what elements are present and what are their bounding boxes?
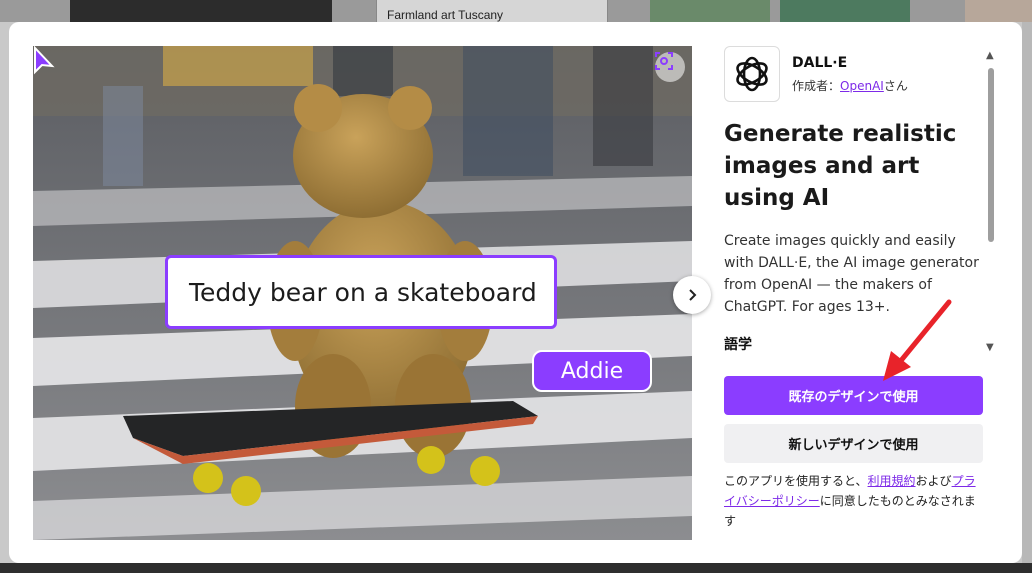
collaborator-cursor-icon [34,46,55,75]
background-sidebar [1022,22,1032,573]
collaborator-name-tag: Addie [532,350,652,392]
openai-logo-icon [736,56,768,92]
terms-text: および [915,474,952,488]
background-thumbnail [650,0,770,22]
author-prefix: 作成者： [792,79,841,93]
use-in-new-design-button[interactable]: 新しいデザインで使用 [724,424,983,463]
background-search-field: Farmland art Tuscany [376,0,608,22]
background-search-text: Farmland art Tuscany [387,8,504,22]
app-name: DALL·E [792,55,848,71]
prompt-text-box: Teddy bear on a skateboard [165,255,557,329]
scrollbar-thumb[interactable] [988,68,994,242]
scan-button[interactable] [655,52,685,82]
scroll-up-arrow-icon[interactable]: ▲ [986,50,994,61]
category-label: 語学 [724,337,752,353]
app-detail-modal: Teddy bear on a skateboard Addie DALL·E … [9,22,1022,563]
app-author: 作成者：OpenAIさん [792,77,908,94]
terms-of-use-link[interactable]: 利用規約 [868,474,916,488]
scan-icon [655,52,673,70]
app-preview-image: Teddy bear on a skateboard Addie [33,46,692,540]
chevron-right-icon [689,289,697,301]
app-logo [724,46,780,102]
app-headline: Generate realistic images and art using … [724,121,957,211]
author-link[interactable]: OpenAI [840,79,884,93]
annotation-arrow-icon [883,299,952,381]
background-thumbnail [780,0,910,22]
next-image-button[interactable] [673,276,711,314]
scroll-down-arrow-icon[interactable]: ▼ [986,342,994,353]
background-thumbnail [965,0,1032,22]
terms-text: このアプリを使用すると、 [724,474,868,488]
author-suffix: さん [883,79,908,93]
background-footer [0,563,1032,573]
background-thumbnail [70,0,332,22]
terms-notice: このアプリを使用すると、利用規約およびプライバシーポリシーに同意したものとみなさ… [724,471,986,531]
